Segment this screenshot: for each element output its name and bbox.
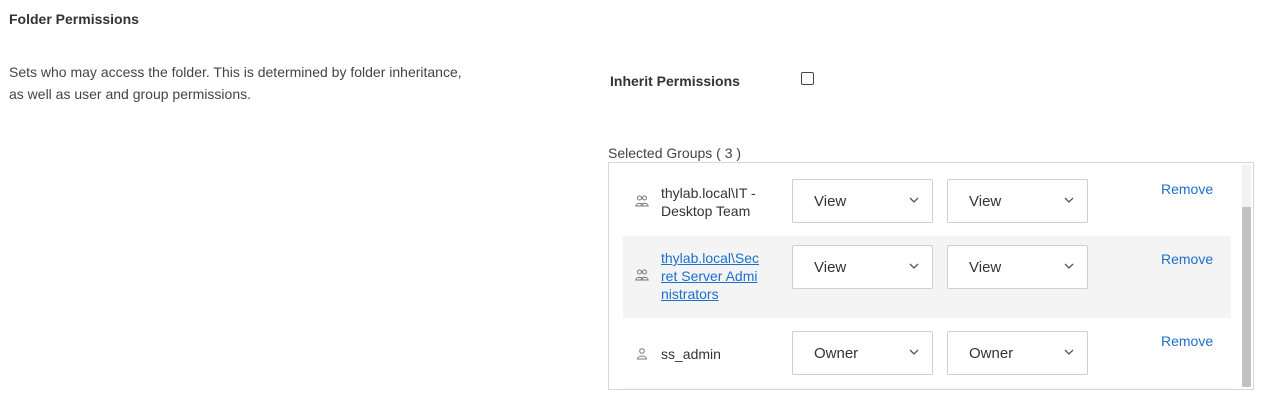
section-title: Folder Permissions xyxy=(9,11,139,27)
scrollbar-thumb[interactable] xyxy=(1242,207,1251,387)
section-description: Sets who may access the folder. This is … xyxy=(9,64,462,102)
secret-permission-select[interactable]: View xyxy=(947,179,1088,223)
remove-button[interactable]: Remove xyxy=(1161,251,1213,267)
group-name-line: ret Server Admi xyxy=(661,268,758,284)
user-row-ss-admin: ss_admin Owner Owner Remove xyxy=(623,323,1231,385)
folder-permission-select[interactable]: Owner xyxy=(792,331,933,375)
selected-groups-list: thylab.local\IT - Desktop Team View View… xyxy=(608,162,1254,390)
group-icon xyxy=(635,195,649,207)
folder-permission-select[interactable]: View xyxy=(792,245,933,289)
select-value: View xyxy=(814,193,847,210)
secret-permission-select[interactable]: View xyxy=(947,245,1088,289)
group-name-line: thylab.local\Sec xyxy=(661,250,760,266)
folder-permissions-panel: Folder Permissions Sets who may access t… xyxy=(0,0,1269,401)
select-value: View xyxy=(969,259,1002,276)
select-value: View xyxy=(814,259,847,276)
chevron-down-icon xyxy=(1064,197,1074,203)
group-name-link[interactable]: thylab.local\Sec ret Server Admi nistrat… xyxy=(661,249,779,303)
inherit-permissions-checkbox[interactable] xyxy=(801,72,814,85)
group-row-it-desktop-team: thylab.local\IT - Desktop Team View View… xyxy=(623,171,1231,233)
remove-button[interactable]: Remove xyxy=(1161,333,1213,349)
select-value: Owner xyxy=(814,345,859,362)
group-name-line: nistrators xyxy=(661,286,719,302)
secret-permission-select[interactable]: Owner xyxy=(947,331,1088,375)
list-overflow-fade xyxy=(623,385,1231,389)
chevron-down-icon xyxy=(1064,349,1074,355)
select-value: View xyxy=(969,193,1002,210)
group-name-line: Desktop Team xyxy=(661,203,751,219)
select-value: Owner xyxy=(969,345,1014,362)
group-row-secret-server-administrators: thylab.local\Sec ret Server Admi nistrat… xyxy=(623,236,1231,318)
group-icon xyxy=(635,269,649,281)
selected-groups-label: Selected Groups ( 3 ) xyxy=(608,145,742,161)
group-name: thylab.local\IT - Desktop Team xyxy=(661,184,779,220)
group-name-line: thylab.local\IT - xyxy=(661,185,756,201)
chevron-down-icon xyxy=(909,349,919,355)
user-name-line: ss_admin xyxy=(661,346,721,362)
chevron-down-icon xyxy=(909,197,919,203)
inherit-permissions-label: Inherit Permissions xyxy=(610,73,740,89)
chevron-down-icon xyxy=(909,263,919,269)
scrollbar-track[interactable] xyxy=(1242,165,1251,387)
user-icon xyxy=(636,348,648,360)
chevron-down-icon xyxy=(1064,263,1074,269)
user-name: ss_admin xyxy=(661,345,779,363)
remove-button[interactable]: Remove xyxy=(1161,181,1213,197)
folder-permission-select[interactable]: View xyxy=(792,179,933,223)
